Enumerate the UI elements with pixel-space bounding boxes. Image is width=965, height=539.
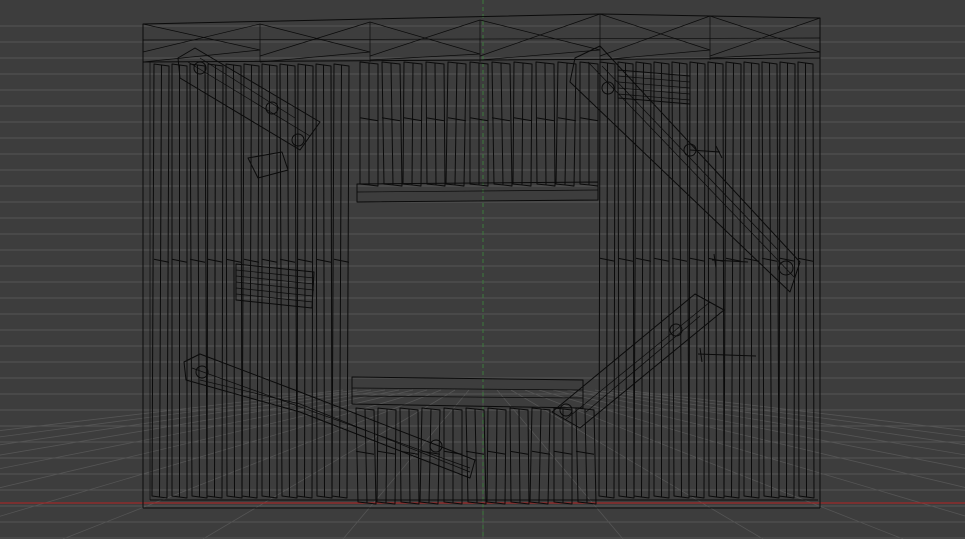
plank (402, 61, 423, 187)
plank (535, 61, 556, 187)
grid-line (0, 389, 386, 456)
plank (761, 61, 780, 499)
plank (579, 61, 599, 187)
plank (598, 61, 616, 499)
grid-line (0, 389, 358, 438)
plank (617, 61, 635, 499)
plank (445, 61, 467, 187)
plank (512, 61, 533, 187)
plank (469, 61, 489, 187)
nail-icon (697, 347, 757, 363)
plank (653, 61, 670, 499)
plank (315, 63, 333, 499)
plank (206, 63, 224, 499)
plank (296, 63, 314, 499)
plank (671, 61, 690, 499)
window-crossbars (351, 181, 599, 409)
plank (171, 63, 188, 499)
plank (189, 63, 208, 499)
grid-line (342, 389, 470, 539)
plank (225, 63, 243, 499)
plank (241, 63, 260, 499)
grid-line (0, 389, 428, 517)
plank (707, 61, 725, 499)
viewport-canvas[interactable] (0, 0, 965, 539)
plank (633, 61, 652, 499)
plank (688, 61, 706, 499)
frame-outline (142, 13, 821, 509)
plank (359, 61, 379, 187)
3d-viewport[interactable] (0, 0, 965, 539)
plank (331, 63, 350, 499)
plank (425, 61, 446, 187)
grid-line (202, 389, 456, 539)
plank (743, 61, 760, 499)
grid-line (580, 389, 965, 456)
top-planks (359, 61, 599, 187)
diagonal-braces (177, 45, 801, 479)
plank (555, 61, 577, 187)
plank-frame-model[interactable] (142, 13, 821, 509)
plank (381, 61, 403, 187)
plank (797, 61, 815, 499)
plank (151, 63, 170, 499)
plank (491, 61, 513, 187)
